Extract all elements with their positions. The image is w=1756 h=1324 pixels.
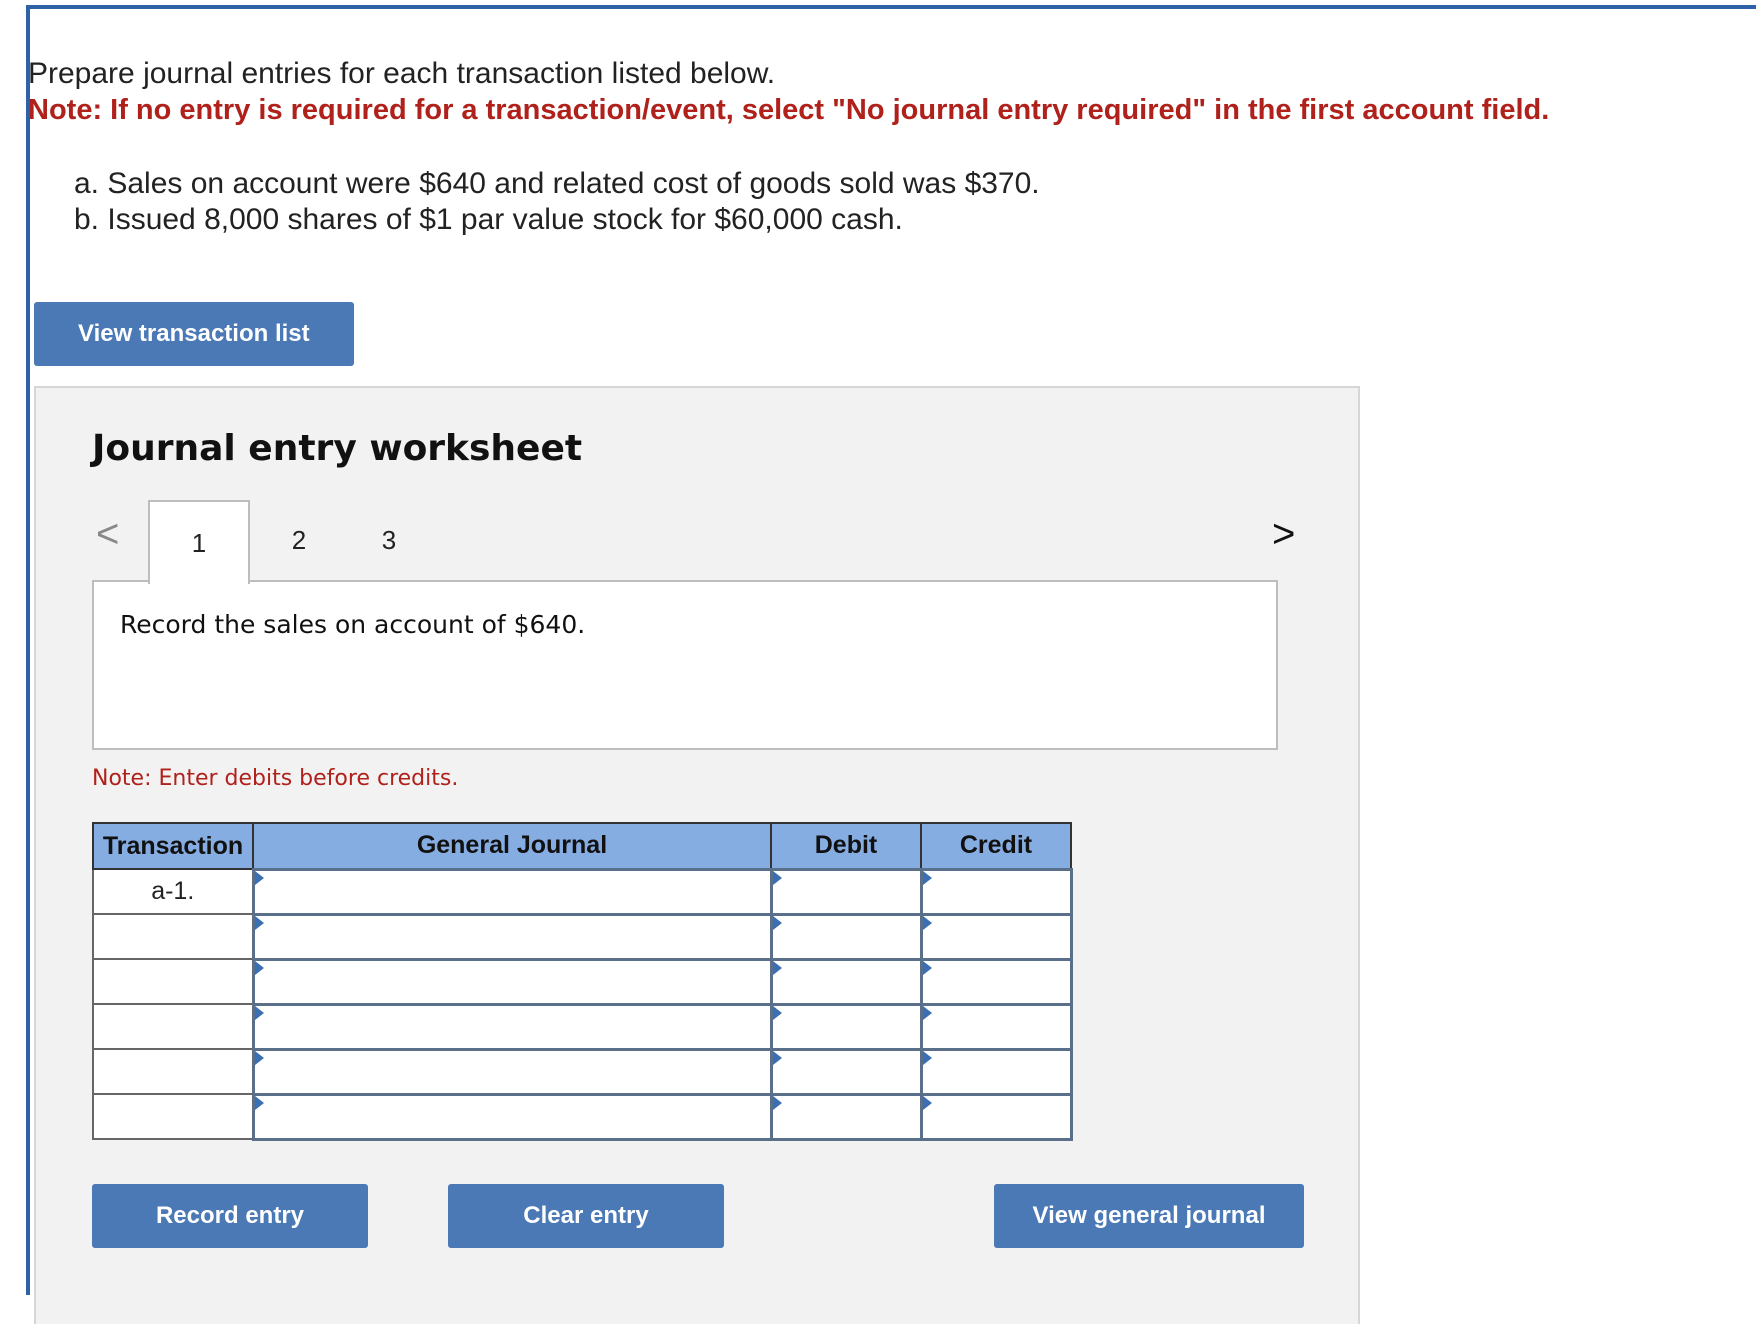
tab-3[interactable]: 3: [338, 500, 440, 580]
input-marker-icon: [922, 1005, 932, 1020]
credit-input[interactable]: [919, 912, 1073, 961]
credit-input[interactable]: [919, 957, 1073, 1006]
transaction-item-a: a. Sales on account were $640 and relate…: [74, 167, 1040, 200]
debit-input[interactable]: [769, 1002, 923, 1051]
input-marker-icon: [772, 870, 782, 885]
account-select[interactable]: [251, 912, 773, 961]
table-row: a-1.: [92, 867, 1073, 916]
transaction-item-b: b. Issued 8,000 shares of $1 par value s…: [74, 203, 903, 236]
transaction-cell: [92, 1048, 254, 1095]
table-row: [92, 1047, 1073, 1096]
input-marker-icon: [922, 915, 932, 930]
table-row: [92, 957, 1073, 1006]
input-marker-icon: [922, 960, 932, 975]
dropdown-marker-icon: [254, 960, 264, 975]
transaction-items: a. Sales on account were $640 and relate…: [74, 166, 1040, 238]
table-row: [92, 912, 1073, 961]
chevron-left-icon[interactable]: <: [96, 514, 119, 554]
journal-entry-worksheet-panel: Journal entry worksheet < > 1 2 3 Record…: [34, 386, 1360, 1324]
debit-input[interactable]: [769, 957, 923, 1006]
table-row: [92, 1092, 1073, 1141]
transaction-cell: [92, 1093, 254, 1140]
account-select[interactable]: [251, 867, 773, 916]
transaction-cell: [92, 958, 254, 1005]
input-marker-icon: [772, 960, 782, 975]
transaction-cell: [92, 1003, 254, 1050]
entry-description-box: Record the sales on account of $640.: [92, 580, 1278, 750]
header-credit: Credit: [920, 822, 1072, 870]
view-transaction-list-button[interactable]: View transaction list: [34, 302, 354, 366]
header-debit: Debit: [770, 822, 922, 870]
chevron-right-icon[interactable]: >: [1272, 514, 1295, 554]
input-marker-icon: [772, 1095, 782, 1110]
input-marker-icon: [922, 1050, 932, 1065]
instructions-note: Note: If no entry is required for a tran…: [28, 94, 1550, 126]
header-transaction: Transaction: [92, 822, 254, 870]
debits-note: Note: Enter debits before credits.: [92, 766, 459, 791]
instructions-text: Prepare journal entries for each transac…: [28, 57, 776, 90]
dropdown-marker-icon: [254, 1005, 264, 1020]
tab-2[interactable]: 2: [248, 500, 350, 580]
credit-input[interactable]: [919, 1092, 1073, 1141]
account-select[interactable]: [251, 1092, 773, 1141]
debit-input[interactable]: [769, 1092, 923, 1141]
debit-input[interactable]: [769, 912, 923, 961]
input-marker-icon: [772, 1005, 782, 1020]
dropdown-marker-icon: [254, 1095, 264, 1110]
tab-1[interactable]: 1: [148, 500, 250, 584]
input-marker-icon: [922, 870, 932, 885]
dropdown-marker-icon: [254, 870, 264, 885]
credit-input[interactable]: [919, 1002, 1073, 1051]
table-row: [92, 1002, 1073, 1051]
clear-entry-button[interactable]: Clear entry: [448, 1184, 724, 1248]
transaction-cell: [92, 913, 254, 960]
dropdown-marker-icon: [254, 1050, 264, 1065]
debit-input[interactable]: [769, 867, 923, 916]
dropdown-marker-icon: [254, 915, 264, 930]
account-select[interactable]: [251, 1047, 773, 1096]
view-general-journal-button[interactable]: View general journal: [994, 1184, 1304, 1248]
account-select[interactable]: [251, 957, 773, 1006]
worksheet-title: Journal entry worksheet: [92, 428, 583, 469]
input-marker-icon: [922, 1095, 932, 1110]
credit-input[interactable]: [919, 867, 1073, 916]
entry-description: Record the sales on account of $640.: [120, 610, 586, 639]
input-marker-icon: [772, 1050, 782, 1065]
input-marker-icon: [772, 915, 782, 930]
credit-input[interactable]: [919, 1047, 1073, 1096]
journal-table: Transaction General Journal Debit Credit…: [92, 822, 1073, 1141]
journal-header-row: Transaction General Journal Debit Credit: [92, 822, 1072, 870]
debit-input[interactable]: [769, 1047, 923, 1096]
record-entry-button[interactable]: Record entry: [92, 1184, 368, 1248]
transaction-cell: a-1.: [92, 868, 254, 915]
account-select[interactable]: [251, 1002, 773, 1051]
header-general-journal: General Journal: [252, 822, 772, 870]
